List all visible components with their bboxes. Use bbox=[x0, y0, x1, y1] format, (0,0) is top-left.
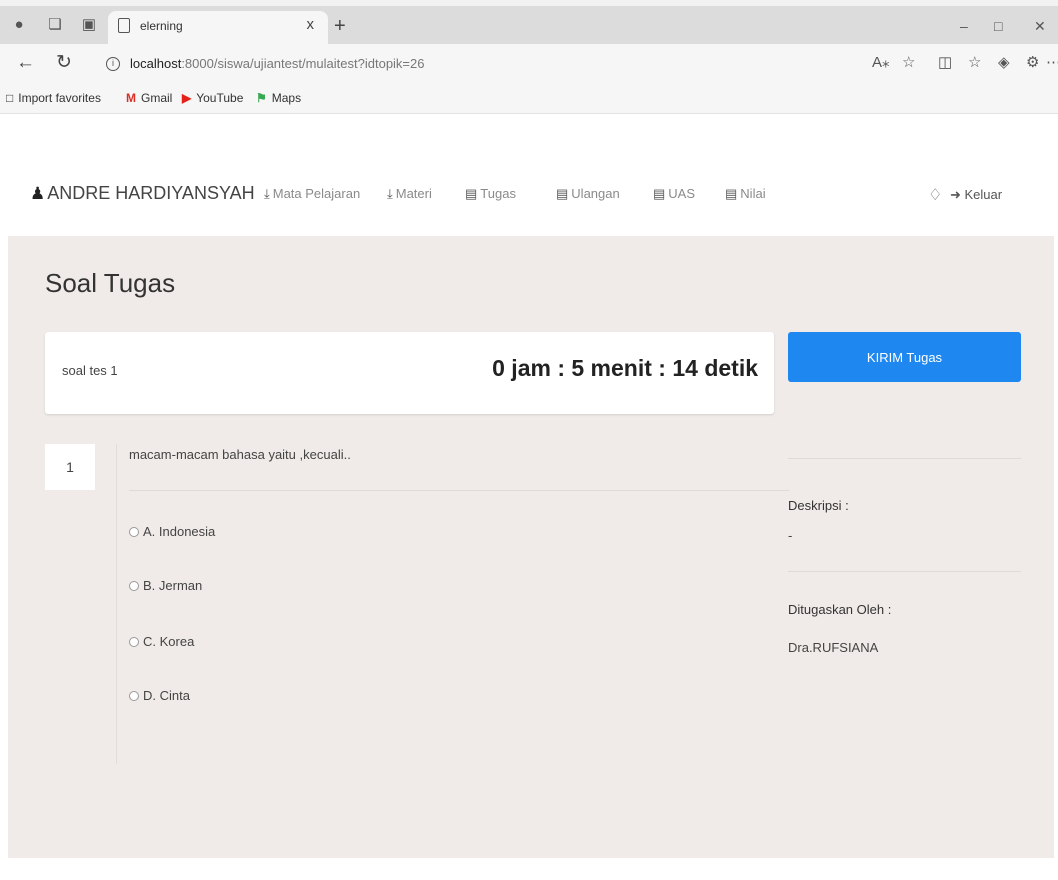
user-name: ANDRE HARDIYANSYAH bbox=[47, 183, 255, 203]
minimize-icon[interactable]: – bbox=[960, 18, 968, 34]
divider bbox=[788, 571, 1021, 572]
page-title: Soal Tugas bbox=[45, 268, 176, 298]
extensions-icon[interactable]: ⚙ bbox=[1026, 54, 1039, 72]
address-bar-row: ← ↻ i localhost:8000/siswa/ujiantest/mul… bbox=[0, 44, 1058, 84]
favorite-label: Gmail bbox=[141, 91, 173, 105]
logout-label: Keluar bbox=[964, 187, 1003, 202]
nav-mata-pelajaran[interactable]: ⤓ Mata Pelajaran bbox=[264, 186, 360, 202]
back-icon[interactable]: ← bbox=[16, 52, 35, 74]
option-label: A. Indonesia bbox=[143, 524, 216, 539]
nav-label: Mata Pelajaran bbox=[272, 186, 361, 201]
download-icon: ⤓ bbox=[264, 186, 270, 201]
more-menu-icon[interactable]: ⋯ bbox=[1046, 54, 1058, 72]
quiz-header-card: soal tes 1 0 jam : 5 menit : 14 detik bbox=[45, 332, 774, 414]
book-icon: ▤ bbox=[653, 186, 666, 201]
favorite-label: YouTube bbox=[196, 91, 244, 105]
nav-label: Tugas bbox=[480, 186, 516, 201]
user-profile-link[interactable]: ♟ ANDRE HARDIYANSYAH bbox=[30, 183, 255, 204]
quiz-name: soal tes 1 bbox=[62, 363, 118, 378]
option-label: C. Korea bbox=[143, 634, 195, 649]
url-host: localhost bbox=[130, 56, 182, 71]
workspaces-icon[interactable]: ❏ bbox=[46, 16, 64, 34]
radio-button[interactable] bbox=[129, 527, 139, 537]
favorite-label: Import favorites bbox=[18, 91, 101, 105]
description-label: Deskripsi : bbox=[788, 498, 849, 513]
address-bar[interactable]: i localhost:8000/siswa/ujiantest/mulaite… bbox=[92, 49, 862, 79]
favorite-gmail[interactable]: M Gmail bbox=[126, 91, 172, 105]
collections-icon[interactable]: ◈ bbox=[998, 54, 1010, 72]
refresh-icon[interactable]: ↻ bbox=[56, 52, 72, 74]
assigned-by-label: Ditugaskan Oleh : bbox=[788, 602, 892, 617]
profile-icon[interactable]: ● bbox=[10, 16, 28, 34]
question-number: 1 bbox=[45, 444, 95, 490]
youtube-icon: ▶ bbox=[182, 91, 192, 105]
app-navbar: ♟ ANDRE HARDIYANSYAH ⤓ Mata Pelajaran ⤓ Mat… bbox=[0, 156, 1058, 236]
favorite-import[interactable]: □ Import favorites bbox=[6, 91, 101, 105]
question-area: macam-macam bahasa yaitu ,kecuali.. A. I… bbox=[116, 444, 789, 764]
user-icon: ♟ bbox=[30, 184, 46, 203]
favorites-list-icon[interactable]: ☆ bbox=[968, 54, 981, 72]
favorite-maps[interactable]: ⚑ Maps bbox=[256, 91, 301, 105]
page-icon bbox=[118, 18, 130, 33]
divider bbox=[129, 490, 789, 491]
answer-option-c[interactable]: C. Korea bbox=[129, 634, 194, 649]
assigned-by-value: Dra.RUFSIANA bbox=[788, 640, 879, 655]
countdown-timer: 0 jam : 5 menit : 14 detik bbox=[492, 355, 758, 381]
browser-tab[interactable]: elerning x bbox=[108, 11, 328, 44]
tab-actions-icon[interactable]: ▣ bbox=[80, 16, 98, 34]
url-path: :8000/siswa/ujiantest/mulaitest?idtopik=… bbox=[181, 56, 425, 71]
main-content: Soal Tugas soal tes 1 0 jam : 5 menit : … bbox=[8, 236, 1054, 858]
bell-icon[interactable]: ♢ bbox=[928, 185, 942, 205]
folder-icon: □ bbox=[6, 91, 14, 105]
favorite-youtube[interactable]: ▶ YouTube bbox=[182, 91, 243, 105]
logout-icon: ➜ bbox=[950, 187, 965, 202]
description-value: - bbox=[788, 528, 793, 543]
close-tab-icon[interactable]: x bbox=[307, 16, 315, 33]
url-text: localhost:8000/siswa/ujiantest/mulaitest… bbox=[130, 56, 425, 71]
favorite-star-icon[interactable]: ☆ bbox=[902, 54, 915, 72]
book-icon: ▤ bbox=[725, 186, 738, 201]
book-icon: ▤ bbox=[465, 186, 478, 201]
browser-window: ● ❏ ▣ elerning x + – □ ✕ ← ↻ i localhost… bbox=[0, 0, 1058, 880]
book-icon: ▤ bbox=[556, 186, 569, 201]
option-label: D. Cinta bbox=[143, 688, 190, 703]
gmail-icon: M bbox=[126, 91, 136, 105]
answer-option-d[interactable]: D. Cinta bbox=[129, 688, 190, 703]
answer-option-b[interactable]: B. Jerman bbox=[129, 578, 202, 593]
close-window-icon[interactable]: ✕ bbox=[1034, 18, 1046, 35]
nav-label: Ulangan bbox=[571, 186, 620, 201]
tab-strip: ● ❏ ▣ elerning x + – □ ✕ bbox=[0, 0, 1058, 44]
nav-label: Materi bbox=[395, 186, 432, 201]
maps-icon: ⚑ bbox=[256, 91, 267, 105]
nav-ulangan[interactable]: ▤ Ulangan bbox=[556, 186, 620, 202]
split-screen-icon[interactable]: ◫ bbox=[938, 54, 952, 72]
download-icon: ⤓ bbox=[387, 186, 393, 201]
radio-button[interactable] bbox=[129, 691, 139, 701]
tab-title: elerning bbox=[140, 19, 183, 33]
favorite-label: Maps bbox=[271, 91, 302, 105]
divider bbox=[788, 458, 1021, 459]
nav-tugas[interactable]: ▤ Tugas bbox=[465, 186, 516, 202]
nav-label: UAS bbox=[668, 186, 696, 201]
answer-option-a[interactable]: A. Indonesia bbox=[129, 524, 215, 539]
question-text: macam-macam bahasa yaitu ,kecuali.. bbox=[129, 447, 351, 462]
maximize-icon[interactable]: □ bbox=[994, 18, 1002, 34]
info-icon[interactable]: i bbox=[106, 57, 120, 71]
submit-assignment-button[interactable]: KIRIM Tugas bbox=[788, 332, 1021, 382]
read-aloud-icon[interactable]: A⁎ bbox=[872, 54, 890, 72]
new-tab-button[interactable]: + bbox=[334, 16, 346, 36]
option-label: B. Jerman bbox=[143, 578, 203, 593]
nav-nilai[interactable]: ▤ Nilai bbox=[725, 186, 766, 202]
nav-materi[interactable]: ⤓ Materi bbox=[387, 186, 432, 202]
radio-button[interactable] bbox=[129, 637, 139, 647]
nav-uas[interactable]: ▤ UAS bbox=[653, 186, 695, 202]
favorites-bar: □ Import favorites M Gmail ▶ YouTube ⚑ Maps bbox=[0, 84, 1058, 114]
nav-label: Nilai bbox=[740, 186, 766, 201]
radio-button[interactable] bbox=[129, 581, 139, 591]
logout-button[interactable]: ➜ Keluar bbox=[950, 187, 1002, 203]
